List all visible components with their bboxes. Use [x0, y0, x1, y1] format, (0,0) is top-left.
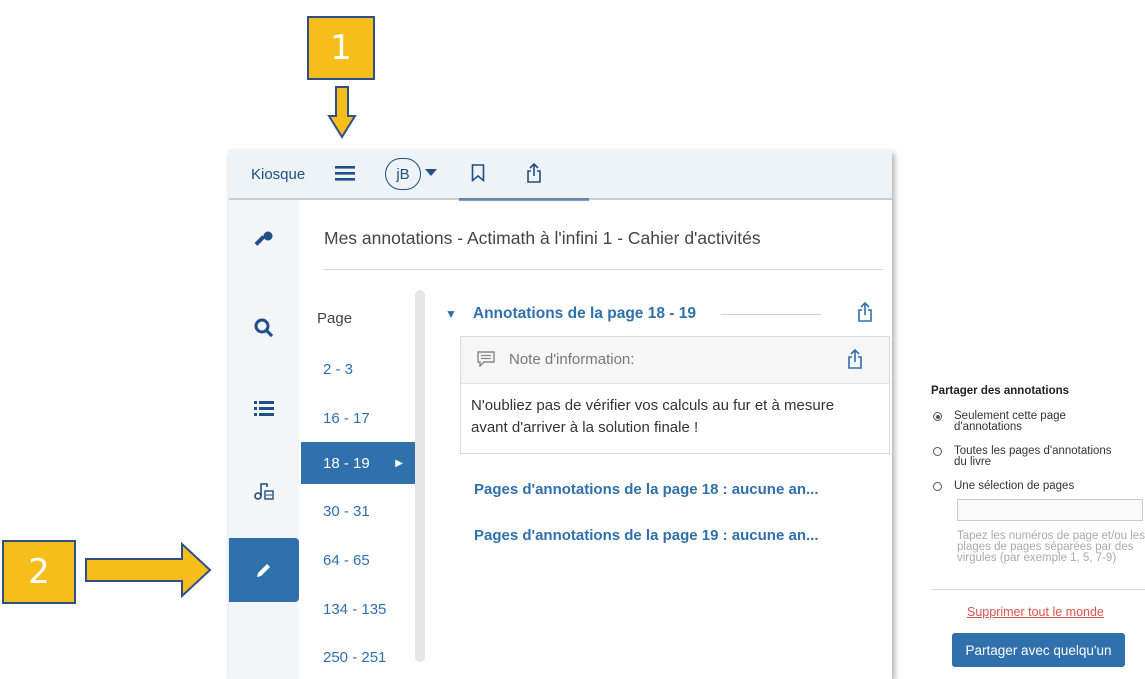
page-item[interactable]: 16 - 17	[301, 399, 415, 437]
divider	[323, 269, 883, 270]
radio-option-this-page[interactable]: Seulement cette page d'annotations	[933, 410, 1066, 433]
share-annotations-panel: Partager des annotations Seulement cette…	[924, 375, 1145, 679]
caret-right-icon: ▶	[395, 457, 403, 469]
callout-1: 1	[307, 16, 375, 80]
page-item[interactable]: 64 - 65	[301, 541, 415, 579]
callout-2: 2	[2, 540, 76, 604]
pencil-icon[interactable]	[229, 538, 299, 602]
annotations-section-header[interactable]: ▼ Annotations de la page 18 - 19	[445, 305, 696, 323]
page-column-label: Page	[317, 310, 353, 327]
top-toolbar: Kiosque jB	[229, 150, 892, 200]
share-with-someone-button[interactable]: Partager avec quelqu'un	[952, 633, 1125, 667]
bookmark-icon[interactable]	[471, 160, 485, 186]
audio-media-icon[interactable]	[229, 458, 299, 522]
menu-icon[interactable]	[335, 160, 355, 186]
list-icon[interactable]	[229, 376, 299, 440]
radio-checked-icon[interactable]	[933, 412, 942, 421]
callout-arrow-down-icon	[327, 86, 357, 139]
share-icon[interactable]	[857, 301, 873, 328]
radio-icon[interactable]	[933, 447, 942, 456]
triangle-down-icon: ▼	[445, 307, 457, 321]
chevron-down-icon[interactable]	[425, 160, 437, 186]
key-icon[interactable]	[229, 208, 299, 272]
share-icon[interactable]	[526, 160, 542, 186]
page-item[interactable]: 134 - 135	[301, 590, 415, 628]
share-icon[interactable]	[847, 348, 863, 375]
divider	[721, 314, 821, 315]
share-panel-title: Partager des annotations	[931, 385, 1070, 397]
page-item[interactable]: 30 - 31	[301, 492, 415, 530]
radio-option-all-pages[interactable]: Toutes les pages d'annotations du livre	[933, 445, 1112, 468]
note-card: Note d'information: N'oubliez pas de vér…	[460, 336, 890, 454]
page-list-scrollbar[interactable]	[415, 290, 425, 662]
page-item-active[interactable]: 18 - 19 ▶	[301, 442, 415, 484]
page-title: Mes annotations - Actimath à l'infini 1 …	[324, 228, 761, 248]
note-text: N'oubliez pas de vérifier vos calculs au…	[471, 397, 835, 436]
kiosque-link[interactable]: Kiosque	[251, 166, 305, 183]
annotations-window: Kiosque jB Mes annotations - Actimath à …	[229, 150, 892, 679]
tab-underline	[459, 198, 589, 201]
avatar[interactable]: jB	[385, 158, 421, 190]
page-item[interactable]: 2 - 3	[301, 350, 415, 388]
callout-arrow-right-icon	[85, 542, 212, 598]
page-selection-hint: Tapez les numéros de page et/ou les plag…	[957, 530, 1145, 564]
sub-annotation-link[interactable]: Pages d'annotations de la page 19 : aucu…	[474, 527, 819, 544]
sub-annotation-link[interactable]: Pages d'annotations de la page 18 : aucu…	[474, 481, 819, 498]
divider	[931, 589, 1145, 590]
comment-icon	[477, 351, 495, 372]
radio-icon[interactable]	[933, 482, 942, 491]
page-item[interactable]: 250 - 251	[301, 638, 415, 676]
page-selection-input[interactable]	[957, 499, 1143, 521]
note-card-header: Note d'information:	[461, 337, 889, 384]
search-icon[interactable]	[229, 296, 299, 360]
left-rail	[229, 200, 299, 679]
note-type-label: Note d'information:	[509, 351, 635, 368]
radio-option-page-selection[interactable]: Une sélection de pages	[933, 480, 1074, 492]
delete-all-link[interactable]: Supprimer tout le monde	[967, 605, 1104, 619]
